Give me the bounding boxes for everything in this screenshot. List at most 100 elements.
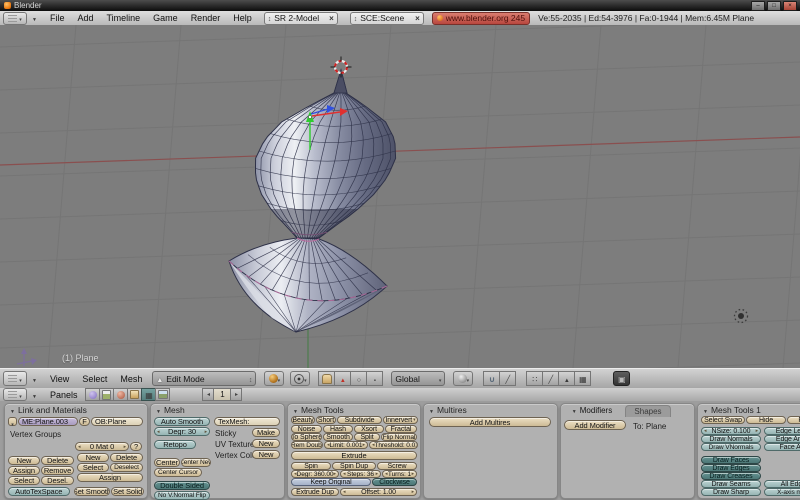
edge-length-toggle[interactable]: Edge Length	[764, 427, 800, 435]
edge-angles-toggle[interactable]: Edge Angles	[764, 435, 800, 443]
context-editing-button[interactable]	[141, 388, 156, 401]
context-shading-button[interactable]	[113, 388, 128, 401]
set-smooth-button[interactable]: Set Smooth	[74, 487, 111, 496]
mesh-object[interactable]	[229, 70, 396, 332]
mesh-browse-button[interactable]	[8, 417, 17, 426]
select-swap-button[interactable]: Select Swap	[701, 416, 745, 424]
draw-type-button[interactable]	[264, 371, 284, 386]
draw-edges-toggle[interactable]: Draw Edges	[701, 464, 761, 472]
material-select-button[interactable]: Select	[77, 463, 109, 472]
material-deselect-button[interactable]: Deselect	[110, 463, 143, 472]
snap-mode-button[interactable]	[499, 371, 516, 386]
noise-button[interactable]: Noise	[291, 425, 322, 433]
object-name-field[interactable]: OB:Plane	[91, 417, 143, 426]
smooth-degrees-slider[interactable]: Degr: 30	[154, 427, 210, 436]
proportional-edit-button[interactable]	[453, 371, 473, 386]
flip-normal-button[interactable]: Flip Normal	[381, 433, 417, 441]
vgroup-delete-button[interactable]: Delete	[41, 456, 74, 465]
draw-seams-toggle[interactable]: Draw Seams	[701, 480, 761, 488]
double-sided-toggle[interactable]: Double Sided	[154, 481, 210, 490]
buttons-window-type-button[interactable]	[3, 388, 27, 401]
mesh-datablock-field[interactable]: ME:Plane.003	[18, 417, 78, 426]
hash-button[interactable]: Hash	[323, 425, 353, 433]
manipulator-hand-button[interactable]	[318, 371, 335, 386]
fractal-button[interactable]: Fractal	[385, 425, 417, 433]
close-button[interactable]	[783, 1, 797, 11]
menu-add[interactable]: Add	[77, 13, 93, 23]
vgroup-deselect-button[interactable]: Desel.	[41, 476, 74, 485]
spin-button[interactable]: Spin	[291, 462, 331, 470]
vertex-select-button[interactable]	[526, 371, 543, 386]
menu-panels[interactable]: Panels	[50, 390, 78, 400]
material-delete-button[interactable]: Delete	[110, 453, 143, 462]
texmesh-field[interactable]: TexMesh:	[214, 417, 280, 426]
center-cursor-button[interactable]: Center Cursor	[154, 468, 202, 477]
tab-modifiers[interactable]: Modifiers	[563, 405, 621, 416]
transform-orientation-dropdown[interactable]: Global	[391, 371, 445, 386]
vgroup-new-button[interactable]: New	[8, 456, 40, 465]
draw-sharp-toggle[interactable]: Draw Sharp	[701, 488, 761, 496]
uv-texture-new-button[interactable]: New	[252, 439, 280, 448]
add-modifier-button[interactable]: Add Modifier	[564, 420, 626, 430]
menu-file[interactable]: File	[50, 13, 65, 23]
vertex-color-new-button[interactable]: New	[252, 450, 280, 459]
limit-slider[interactable]: Limit: 0.001	[324, 441, 368, 449]
edge-select-button[interactable]	[542, 371, 559, 386]
reveal-button[interactable]: Reveal	[787, 416, 800, 424]
panel-collapse-icon[interactable]	[703, 405, 708, 415]
menu-render[interactable]: Render	[191, 13, 221, 23]
screen-selector[interactable]: SR 2-Model	[264, 12, 338, 25]
draw-creases-toggle[interactable]: Draw Creases	[701, 472, 761, 480]
add-multires-button[interactable]: Add Multires	[429, 417, 551, 427]
maximize-button[interactable]	[767, 1, 781, 11]
panel-collapse-icon[interactable]	[429, 405, 434, 415]
context-object-button[interactable]	[127, 388, 142, 401]
mode-dropdown[interactable]: Edit Mode	[152, 371, 256, 386]
vgroup-select-button[interactable]: Select	[8, 476, 40, 485]
panel-collapse-icon[interactable]	[293, 405, 298, 415]
set-solid-button[interactable]: Set Solid	[111, 487, 144, 496]
extrude-dup-button[interactable]: Extrude Dup	[291, 488, 339, 496]
retopo-toggle[interactable]: Retopo	[154, 440, 196, 449]
extrude-button[interactable]: Extrude	[291, 451, 417, 460]
subdivide-button[interactable]: Subdivide	[337, 416, 382, 424]
fake-user-button[interactable]: F	[79, 417, 90, 426]
vgroup-remove-button[interactable]: Remove	[41, 466, 74, 475]
header-collapse-icon[interactable]	[32, 374, 37, 384]
short-toggle[interactable]: Short	[316, 416, 336, 424]
render-preview-button[interactable]	[613, 371, 630, 386]
draw-vnormals-toggle[interactable]: Draw VNormals	[701, 443, 761, 451]
degrees-slider[interactable]: Degr: 360.00	[291, 470, 339, 478]
menu-help[interactable]: Help	[233, 13, 252, 23]
auto-smooth-toggle[interactable]: Auto Smooth	[154, 417, 210, 426]
sticky-make-button[interactable]: Make	[252, 428, 280, 437]
manipulator-translate-button[interactable]	[334, 371, 351, 386]
menu-game[interactable]: Game	[153, 13, 178, 23]
face-area-toggle[interactable]: Face Area	[764, 443, 800, 451]
menu-timeline[interactable]: Timeline	[106, 13, 140, 23]
face-select-button[interactable]	[558, 371, 575, 386]
rem-doubles-button[interactable]: Rem Doubl	[291, 441, 323, 449]
spin-dup-button[interactable]: Spin Dup	[332, 462, 376, 470]
vgroup-assign-button[interactable]: Assign	[8, 466, 40, 475]
context-scene-button[interactable]	[155, 388, 170, 401]
threshold-slider[interactable]: Threshold: 0.018	[369, 441, 418, 449]
close-icon[interactable]	[415, 13, 420, 23]
context-logic-button[interactable]	[85, 388, 100, 401]
draw-normals-toggle[interactable]: Draw Normals	[701, 435, 761, 443]
smooth-button[interactable]: Smooth	[323, 433, 353, 441]
lamp-object[interactable]	[735, 310, 748, 323]
menu-select[interactable]: Select	[82, 374, 107, 384]
panel-collapse-icon[interactable]	[156, 405, 161, 415]
material-assign-button[interactable]: Assign	[77, 473, 143, 482]
blender-version-button[interactable]: www.blender.org 245	[432, 12, 530, 25]
close-icon[interactable]	[329, 13, 334, 23]
innervert-dropdown[interactable]: Innervert	[383, 416, 418, 424]
context-script-button[interactable]	[99, 388, 114, 401]
steps-slider[interactable]: Steps: 36	[340, 470, 381, 478]
page-next-button[interactable]	[230, 388, 242, 401]
nsize-slider[interactable]: NSize: 0.100	[701, 427, 761, 435]
viewport-window-type-button[interactable]	[3, 371, 27, 386]
center-new-button[interactable]: Center New	[181, 458, 211, 467]
minimize-button[interactable]	[751, 1, 765, 11]
